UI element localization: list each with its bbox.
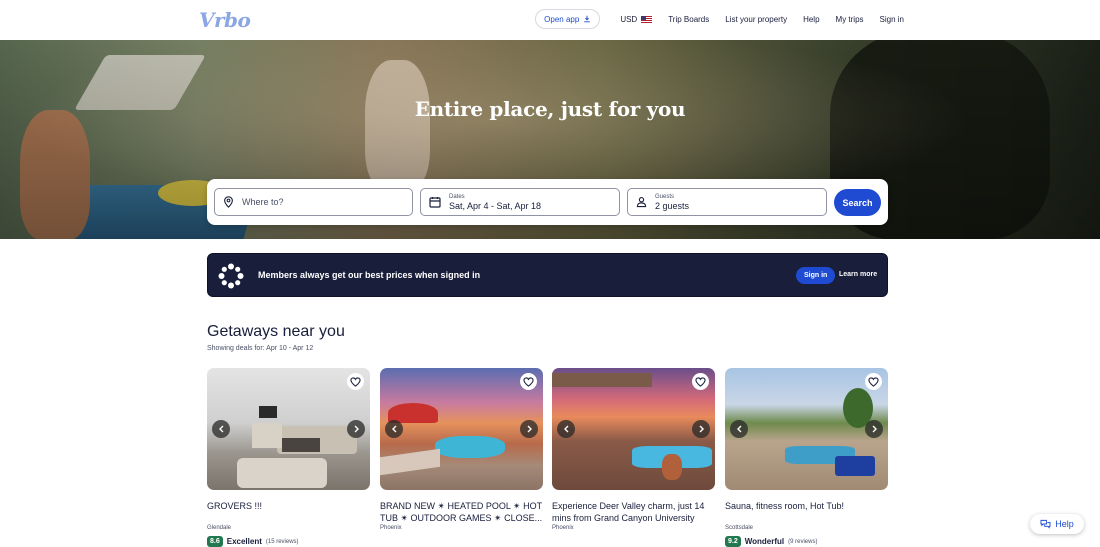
photo-next-button[interactable]: [865, 420, 883, 438]
review-count: (15 reviews): [265, 538, 299, 545]
chat-bubbles-icon: [1040, 519, 1051, 529]
photo-prev-button[interactable]: [557, 420, 575, 438]
banner-learn-more-link[interactable]: Learn more: [839, 271, 877, 278]
photo-prev-button[interactable]: [212, 420, 230, 438]
currency-label: USD: [620, 14, 638, 24]
chevron-left-icon: [391, 425, 396, 433]
photo-next-button[interactable]: [347, 420, 365, 438]
photo-prev-button[interactable]: [730, 420, 748, 438]
calendar-icon: [429, 197, 441, 208]
photo-next-button[interactable]: [520, 420, 538, 438]
open-app-label: Open app: [544, 14, 580, 24]
property-title[interactable]: GROVERS !!!: [207, 500, 370, 524]
guests-value: 2 guests: [655, 200, 690, 211]
save-heart-button[interactable]: [347, 373, 364, 390]
property-card[interactable]: Sauna, fitness room, Hot Tub! Scottsdale…: [725, 368, 888, 547]
photo-table-shape: [282, 438, 320, 452]
photo-next-button[interactable]: [692, 420, 710, 438]
save-heart-button[interactable]: [692, 373, 709, 390]
members-banner-text: Members always get our best prices when …: [258, 270, 481, 280]
getaways-subtitle: Showing deals for: Apr 10 - Apr 12: [207, 345, 314, 352]
download-icon: [584, 15, 591, 23]
search-bar: Where to? Dates Sat, Apr 4 - Sat, Apr 18…: [207, 179, 888, 225]
property-location: Glendale: [207, 525, 232, 531]
photo-pot-shape: [662, 454, 682, 480]
rating-score-badge: 9.2: [725, 536, 741, 547]
chevron-right-icon: [872, 425, 877, 433]
nav-trip-boards[interactable]: Trip Boards: [668, 15, 709, 24]
heart-icon: [350, 376, 361, 387]
property-card[interactable]: Experience Deer Valley charm, just 14 mi…: [552, 368, 715, 531]
property-location: Phoenix: [552, 525, 574, 531]
photo-chair-shape: [835, 456, 875, 476]
getaways-title: Getaways near you: [207, 323, 345, 340]
property-title[interactable]: BRAND NEW ✴ HEATED POOL ✴ HOT TUB ✴ OUTD…: [380, 500, 543, 524]
floating-help-button[interactable]: Help: [1030, 514, 1084, 534]
review-count: (9 reviews): [788, 538, 818, 545]
chevron-left-icon: [218, 425, 223, 433]
property-card[interactable]: GROVERS !!! Glendale 8.6 Excellent (15 r…: [207, 368, 370, 547]
guests-field[interactable]: Guests 2 guests: [627, 188, 827, 216]
photo-tv-shape: [259, 406, 277, 418]
nav-my-trips[interactable]: My trips: [836, 15, 864, 24]
dates-field[interactable]: Dates Sat, Apr 4 - Sat, Apr 18: [420, 188, 620, 216]
nav-sign-in[interactable]: Sign in: [880, 15, 904, 24]
guests-label: Guests: [655, 193, 675, 200]
currency-selector[interactable]: USD: [620, 14, 653, 24]
property-photo[interactable]: [380, 368, 543, 490]
photo-pergola-shape: [552, 373, 652, 387]
rating-score-badge: 8.6: [207, 536, 223, 547]
destination-placeholder: Where to?: [242, 197, 284, 207]
photo-cabinet-shape: [252, 423, 282, 448]
property-rating: 9.2 Wonderful (9 reviews): [725, 536, 888, 547]
heart-icon: [695, 376, 706, 387]
chevron-left-icon: [563, 425, 568, 433]
person-icon: [636, 197, 647, 208]
property-title[interactable]: Sauna, fitness room, Hot Tub!: [725, 500, 888, 524]
photo-pool-shape: [435, 436, 505, 458]
vrbo-logo[interactable]: Vrbo: [199, 8, 251, 32]
property-rating: 8.6 Excellent (15 reviews): [207, 536, 370, 547]
members-badge-icon: [218, 263, 244, 289]
photo-lounger-shape: [380, 448, 440, 476]
dates-stack: Dates Sat, Apr 4 - Sat, Apr 18: [449, 194, 541, 211]
members-banner: Members always get our best prices when …: [207, 253, 888, 297]
location-pin-icon: [224, 196, 233, 208]
hero-title: Entire place, just for you: [414, 97, 686, 121]
property-location: Phoenix: [380, 525, 402, 531]
nav-help[interactable]: Help: [803, 15, 819, 24]
guests-stack: Guests 2 guests: [655, 194, 689, 211]
banner-sign-in-button[interactable]: Sign in: [796, 267, 836, 284]
save-heart-button[interactable]: [520, 373, 537, 390]
property-title[interactable]: Experience Deer Valley charm, just 14 mi…: [552, 500, 715, 524]
photo-prev-button[interactable]: [385, 420, 403, 438]
open-app-button[interactable]: Open app: [535, 9, 601, 29]
dates-value: Sat, Apr 4 - Sat, Apr 18: [449, 200, 542, 211]
chevron-right-icon: [354, 425, 359, 433]
property-photo[interactable]: [552, 368, 715, 490]
heart-icon: [868, 376, 879, 387]
save-heart-button[interactable]: [865, 373, 882, 390]
nav-list-property[interactable]: List your property: [725, 15, 787, 24]
property-card[interactable]: BRAND NEW ✴ HEATED POOL ✴ HOT TUB ✴ OUTD…: [380, 368, 543, 531]
dates-label: Dates: [449, 193, 465, 200]
top-nav: Open app USD Trip Boards List your prope…: [535, 9, 912, 29]
search-button[interactable]: Search: [834, 189, 881, 216]
help-label: Help: [1055, 519, 1074, 529]
heart-icon: [523, 376, 534, 387]
chevron-left-icon: [736, 425, 741, 433]
destination-field[interactable]: Where to?: [214, 188, 413, 216]
property-photo[interactable]: [725, 368, 888, 490]
photo-couch-shape: [237, 458, 327, 488]
property-photo[interactable]: [207, 368, 370, 490]
chevron-right-icon: [527, 425, 532, 433]
property-location: Scottsdale: [725, 525, 754, 531]
us-flag-icon: [641, 15, 653, 23]
chevron-right-icon: [699, 425, 704, 433]
top-header: Vrbo Open app USD Trip Boards List your …: [0, 0, 1100, 40]
